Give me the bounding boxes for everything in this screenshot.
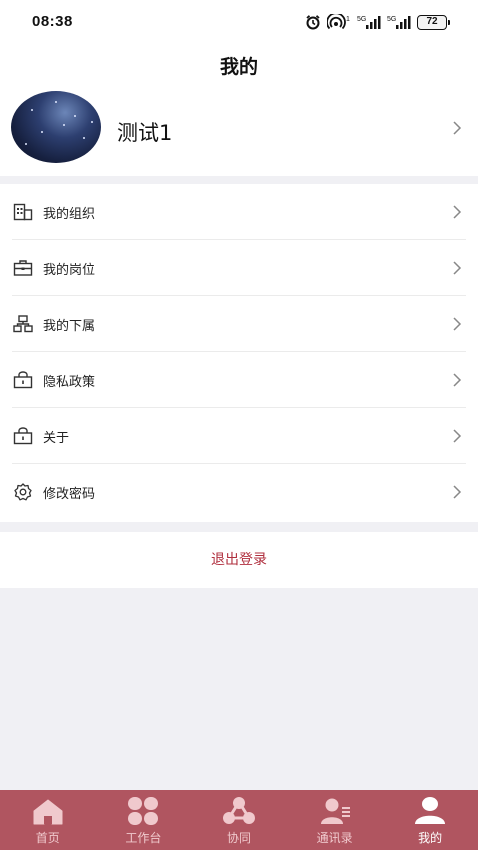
svg-text:5G: 5G (387, 16, 396, 23)
tab-collaboration[interactable]: 协同 (191, 790, 287, 850)
chevron-right-icon (453, 485, 462, 499)
tab-mine[interactable]: 我的 (382, 790, 478, 850)
org-chart-icon (13, 315, 33, 333)
status-time: 08:38 (32, 13, 73, 30)
chevron-right-icon (453, 373, 462, 387)
menu-item-label: 我的下属 (43, 319, 96, 334)
battery-indicator: 72 (417, 14, 450, 30)
signal-5g-icon: 5G (387, 16, 411, 29)
menu-item-label: 隐私政策 (43, 375, 96, 390)
user-icon (415, 797, 446, 824)
lock-icon (13, 371, 33, 389)
battery-tip (448, 19, 450, 25)
status-icons: 1 5G 5G 72 (305, 12, 450, 32)
chevron-right-icon (453, 429, 462, 443)
building-icon (13, 203, 33, 221)
gear-icon (14, 483, 32, 501)
menu-item-about[interactable]: 关于 (0, 408, 478, 464)
tab-workbench[interactable]: 工作台 (96, 790, 192, 850)
lock-icon (13, 427, 33, 445)
tab-label: 通讯录 (316, 831, 353, 845)
team-icon (222, 797, 255, 824)
chevron-right-icon (453, 261, 462, 275)
chevron-right-icon (453, 205, 462, 219)
profile-row[interactable]: 测试1 (0, 90, 478, 166)
home-icon (33, 799, 63, 825)
status-bar: 08:38 1 5G 5G 72 (0, 0, 478, 44)
menu-item-label: 我的组织 (43, 207, 96, 222)
menu-item-privacy-policy[interactable]: 隐私政策 (0, 352, 478, 408)
tab-home[interactable]: 首页 (0, 790, 96, 850)
settings-menu: 我的组织 我的岗位 我的下属 隐私政策 关于 修改密码 (0, 184, 478, 522)
contacts-icon (320, 798, 350, 824)
tab-label: 我的 (418, 831, 443, 845)
tab-label: 首页 (35, 831, 60, 845)
menu-item-position[interactable]: 我的岗位 (0, 240, 478, 296)
battery-level: 72 (417, 14, 447, 30)
tab-label: 协同 (226, 831, 251, 845)
avatar[interactable] (11, 91, 101, 163)
tab-label: 工作台 (125, 831, 162, 845)
chevron-right-icon (453, 121, 462, 135)
page-title: 我的 (219, 56, 258, 78)
svg-text:1: 1 (346, 16, 350, 23)
menu-item-subordinates[interactable]: 我的下属 (0, 296, 478, 352)
profile-name: 测试1 (117, 121, 173, 145)
menu-item-organization[interactable]: 我的组织 (0, 184, 478, 240)
hotspot-icon: 1 (327, 14, 350, 30)
menu-item-label: 关于 (43, 431, 70, 446)
grid-icon (128, 797, 159, 825)
briefcase-icon (13, 260, 33, 276)
header-area: 08:38 1 5G 5G 72 我的 测试1 (0, 0, 478, 176)
menu-item-change-password[interactable]: 修改密码 (0, 464, 478, 520)
chevron-right-icon (453, 317, 462, 331)
logout-button[interactable]: 退出登录 (0, 532, 478, 588)
menu-item-label: 修改密码 (43, 487, 96, 502)
menu-item-label: 我的岗位 (43, 263, 96, 278)
svg-text:5G: 5G (357, 16, 366, 23)
bottom-tab-bar: 首页 工作台 协同 通讯录 我的 (0, 790, 478, 850)
signal-5g-icon: 5G (357, 16, 381, 29)
alarm-icon (306, 15, 320, 30)
tab-contacts[interactable]: 通讯录 (287, 790, 383, 850)
